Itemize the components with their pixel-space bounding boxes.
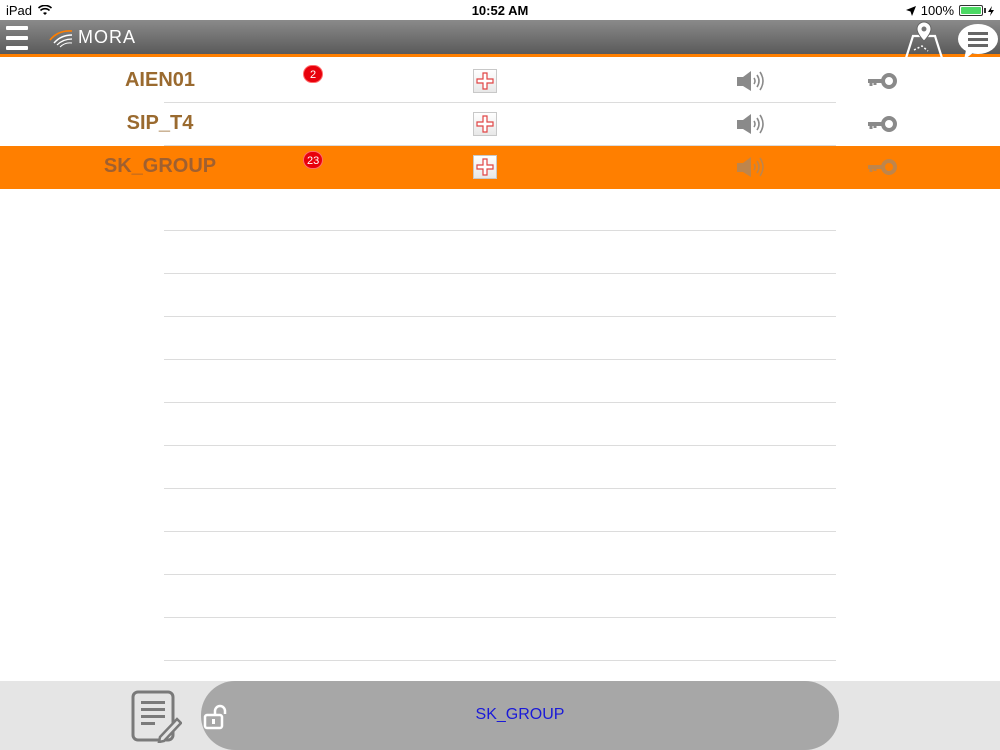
- chat-bubble-icon[interactable]: [956, 22, 1000, 62]
- empty-row-divider: [164, 574, 836, 575]
- group-row-sip-t4[interactable]: SIP_T4: [0, 103, 1000, 146]
- add-plus-icon[interactable]: [473, 112, 497, 136]
- empty-row-divider: [164, 617, 836, 618]
- group-list: AIEN01 2 SIP_T4 SK_GROUP 23: [0, 60, 1000, 189]
- battery-percent: 100%: [920, 3, 954, 18]
- empty-row-divider: [164, 316, 836, 317]
- battery-icon: [959, 5, 986, 16]
- group-name: SIP_T4: [126, 112, 194, 134]
- app-logo: MORA: [46, 26, 136, 48]
- menu-line: [6, 36, 28, 40]
- unread-badge: 23: [303, 151, 324, 169]
- empty-row-divider: [164, 660, 836, 661]
- logo-swoosh-icon: [49, 30, 73, 48]
- group-row-sk-group[interactable]: SK_GROUP 23: [0, 146, 1000, 189]
- status-bar: iPad 10:52 AM 100%: [0, 0, 1000, 20]
- menu-line: [6, 26, 28, 30]
- status-right: 100%: [905, 3, 994, 18]
- empty-row-divider: [164, 488, 836, 489]
- menu-line: [6, 46, 28, 50]
- logo-text: MORA: [78, 26, 136, 47]
- group-name: AIEN01: [124, 69, 196, 91]
- empty-row-divider: [164, 273, 836, 274]
- empty-row-divider: [164, 402, 836, 403]
- key-icon[interactable]: [866, 70, 898, 92]
- empty-row-divider: [164, 359, 836, 360]
- key-icon[interactable]: [866, 113, 898, 135]
- battery-fill: [961, 7, 981, 14]
- add-plus-icon[interactable]: [473, 155, 497, 179]
- bottom-bar: SK_GROUP: [0, 681, 1000, 750]
- hamburger-menu-icon[interactable]: [6, 26, 28, 50]
- map-pin-icon[interactable]: [902, 20, 946, 60]
- location-arrow-icon: [905, 5, 916, 16]
- speaker-icon[interactable]: [734, 155, 766, 179]
- notes-edit-icon[interactable]: [130, 689, 182, 743]
- unread-badge: 2: [303, 65, 323, 83]
- nav-bar: MORA: [0, 20, 1000, 60]
- empty-row-divider: [164, 531, 836, 532]
- speaker-icon[interactable]: [734, 112, 766, 136]
- add-plus-icon[interactable]: [473, 69, 497, 93]
- battery-tip: [984, 8, 986, 13]
- active-group-label: SK_GROUP: [475, 706, 565, 723]
- charging-bolt-icon: [988, 5, 994, 16]
- key-icon[interactable]: [866, 156, 898, 178]
- empty-row-divider: [164, 445, 836, 446]
- speaker-icon[interactable]: [734, 69, 766, 93]
- status-time: 10:52 AM: [471, 3, 529, 18]
- group-name: SK_GROUP: [103, 155, 217, 177]
- group-row-aien01[interactable]: AIEN01 2: [0, 60, 1000, 103]
- empty-row-divider: [164, 230, 836, 231]
